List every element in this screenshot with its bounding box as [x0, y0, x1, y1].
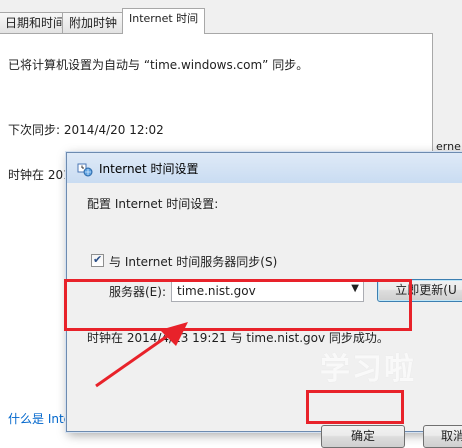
cancel-button[interactable]: 取消 [423, 425, 462, 448]
annotation-arrow [95, 322, 188, 388]
ok-button[interactable]: 确定 [321, 425, 405, 448]
tab-internet-time[interactable]: Internet 时间 [122, 8, 206, 34]
